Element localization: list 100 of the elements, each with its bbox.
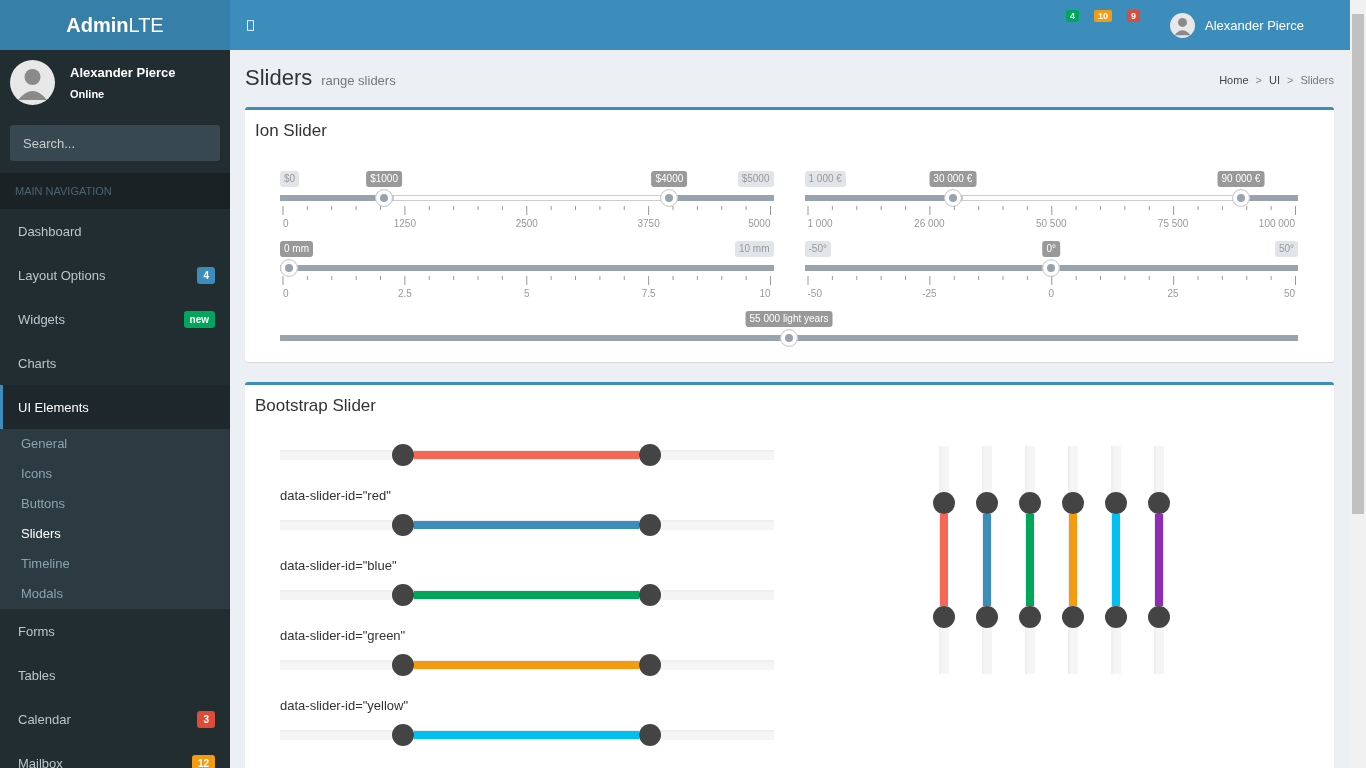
tick-label: 2500 xyxy=(515,218,538,229)
search-field[interactable]: Search... xyxy=(10,125,220,161)
slider-handle[interactable] xyxy=(1061,606,1084,628)
slider-handle[interactable] xyxy=(1231,189,1250,207)
user-name[interactable]: Alexander Pierce xyxy=(1205,17,1304,33)
breadcrumb-item: Sliders xyxy=(1300,74,1334,86)
nav-item[interactable]: Charts xyxy=(0,341,230,385)
slider-handle[interactable] xyxy=(1018,492,1041,514)
slider-handle[interactable] xyxy=(392,724,415,746)
value-label: $1000 xyxy=(366,171,402,187)
page-subtitle: range sliders xyxy=(321,73,396,88)
slider-handle[interactable] xyxy=(392,444,415,466)
tick-label: 26 000 xyxy=(914,218,945,229)
submenu-item[interactable]: Sliders xyxy=(0,519,230,549)
tick-label: 3750 xyxy=(637,218,660,229)
nav-item[interactable]: Widgets new xyxy=(0,297,230,341)
tick-label: 2.5 xyxy=(397,288,412,299)
tick-label: 100 000 xyxy=(1258,218,1295,229)
scrollbar[interactable] xyxy=(1350,0,1366,768)
slider-caption: data-slider-id="yellow" xyxy=(280,697,410,715)
max-label: 10 mm xyxy=(734,241,774,257)
tick-label: 7.5 xyxy=(641,288,656,299)
avatar[interactable] xyxy=(1170,12,1195,38)
min-label: $0 xyxy=(280,171,300,187)
slider-caption: data-slider-id="red" xyxy=(280,487,392,505)
slider-handle[interactable] xyxy=(639,654,662,676)
slider-handle[interactable] xyxy=(280,259,298,277)
slider-handle[interactable] xyxy=(932,492,955,514)
submenu-item[interactable]: General xyxy=(0,429,230,459)
count-badge: 4 xyxy=(197,266,215,284)
slider-handle[interactable] xyxy=(780,329,798,347)
slider-handle[interactable] xyxy=(639,584,662,606)
menu-icon[interactable] xyxy=(247,19,254,31)
slider-caption: data-slider-id="green" xyxy=(280,627,407,645)
slider-handle[interactable] xyxy=(1147,606,1170,628)
slider-handle[interactable] xyxy=(375,189,394,207)
count-badge: 3 xyxy=(197,710,215,728)
breadcrumb-item[interactable]: Home xyxy=(1219,74,1249,86)
tick-label: 25 xyxy=(1167,288,1179,299)
slider-handle[interactable] xyxy=(1018,606,1041,628)
slider-handle[interactable] xyxy=(1104,492,1127,514)
user-name: Alexander Pierce xyxy=(70,65,176,80)
notification-badge[interactable]: 9 xyxy=(1127,10,1140,22)
min-label: 1 000 € xyxy=(804,171,846,187)
slider-handle[interactable] xyxy=(1042,259,1061,277)
tick-label: 5 xyxy=(523,288,530,299)
breadcrumb-separator: > xyxy=(1255,74,1262,86)
nav-item[interactable]: Mailbox 12 xyxy=(0,741,230,768)
slider-handle[interactable] xyxy=(1061,492,1084,514)
value-label: 30 000 € xyxy=(929,171,977,187)
slider-handle[interactable] xyxy=(639,514,662,536)
submenu-item[interactable]: Timeline xyxy=(0,549,230,579)
count-badge: new xyxy=(183,310,215,328)
breadcrumb-item[interactable]: UI xyxy=(1268,74,1280,86)
value-label: 0 mm xyxy=(280,241,313,257)
slider-handle[interactable] xyxy=(975,606,998,628)
tick-label: 0 xyxy=(1048,288,1055,299)
tick-label: 75 500 xyxy=(1157,218,1189,229)
slider-handle[interactable] xyxy=(1147,492,1170,514)
card-title: Ion Slider xyxy=(254,120,328,142)
card-title: Bootstrap Slider xyxy=(254,395,377,417)
count-badge: 12 xyxy=(191,754,215,768)
value-label: 90 000 € xyxy=(1217,171,1265,187)
tick-label: 50 xyxy=(1283,288,1295,299)
tick-label: -25 xyxy=(922,288,937,299)
page-title: Sliders xyxy=(245,65,313,91)
slider-handle[interactable] xyxy=(639,444,662,466)
slider-handle[interactable] xyxy=(639,724,662,746)
user-status: Online xyxy=(70,88,106,100)
breadcrumb-separator: > xyxy=(1286,74,1294,86)
nav-item[interactable]: Dashboard xyxy=(0,209,230,253)
tick-label: 0 xyxy=(283,288,289,299)
value-label: $4000 xyxy=(651,171,688,187)
value-label: 55 000 light years xyxy=(745,311,833,327)
nav-item[interactable]: Layout Options 4 xyxy=(0,253,230,297)
submenu-item[interactable]: Icons xyxy=(0,459,230,489)
tick-label: 5000 xyxy=(748,218,771,229)
slider-handle[interactable] xyxy=(975,492,998,514)
tick-label: 1 000 xyxy=(807,218,833,229)
nav-item[interactable]: UI Elements xyxy=(0,385,230,429)
submenu-item[interactable]: Buttons xyxy=(0,489,230,519)
min-label: -50° xyxy=(804,241,831,257)
nav-item[interactable]: Forms xyxy=(0,609,230,653)
submenu-item[interactable]: Modals xyxy=(0,579,230,609)
max-label: $5000 xyxy=(737,171,774,187)
slider-handle[interactable] xyxy=(943,189,962,207)
slider-handle[interactable] xyxy=(392,584,415,606)
nav-header: MAIN NAVIGATION xyxy=(0,173,230,209)
slider-handle[interactable] xyxy=(392,654,415,676)
value-label: 0° xyxy=(1042,241,1061,257)
tick-label: 10 xyxy=(759,288,771,299)
tick-label: 1250 xyxy=(393,218,416,229)
slider-handle[interactable] xyxy=(392,514,415,536)
nav-item[interactable]: Calendar 3 xyxy=(0,697,230,741)
slider-handle[interactable] xyxy=(932,606,955,628)
nav-item[interactable]: Tables xyxy=(0,653,230,697)
logo[interactable]: AdminLTE xyxy=(0,0,230,50)
tick-label: 0 xyxy=(283,218,289,229)
slider-handle[interactable] xyxy=(1104,606,1127,628)
slider-handle[interactable] xyxy=(660,189,679,207)
